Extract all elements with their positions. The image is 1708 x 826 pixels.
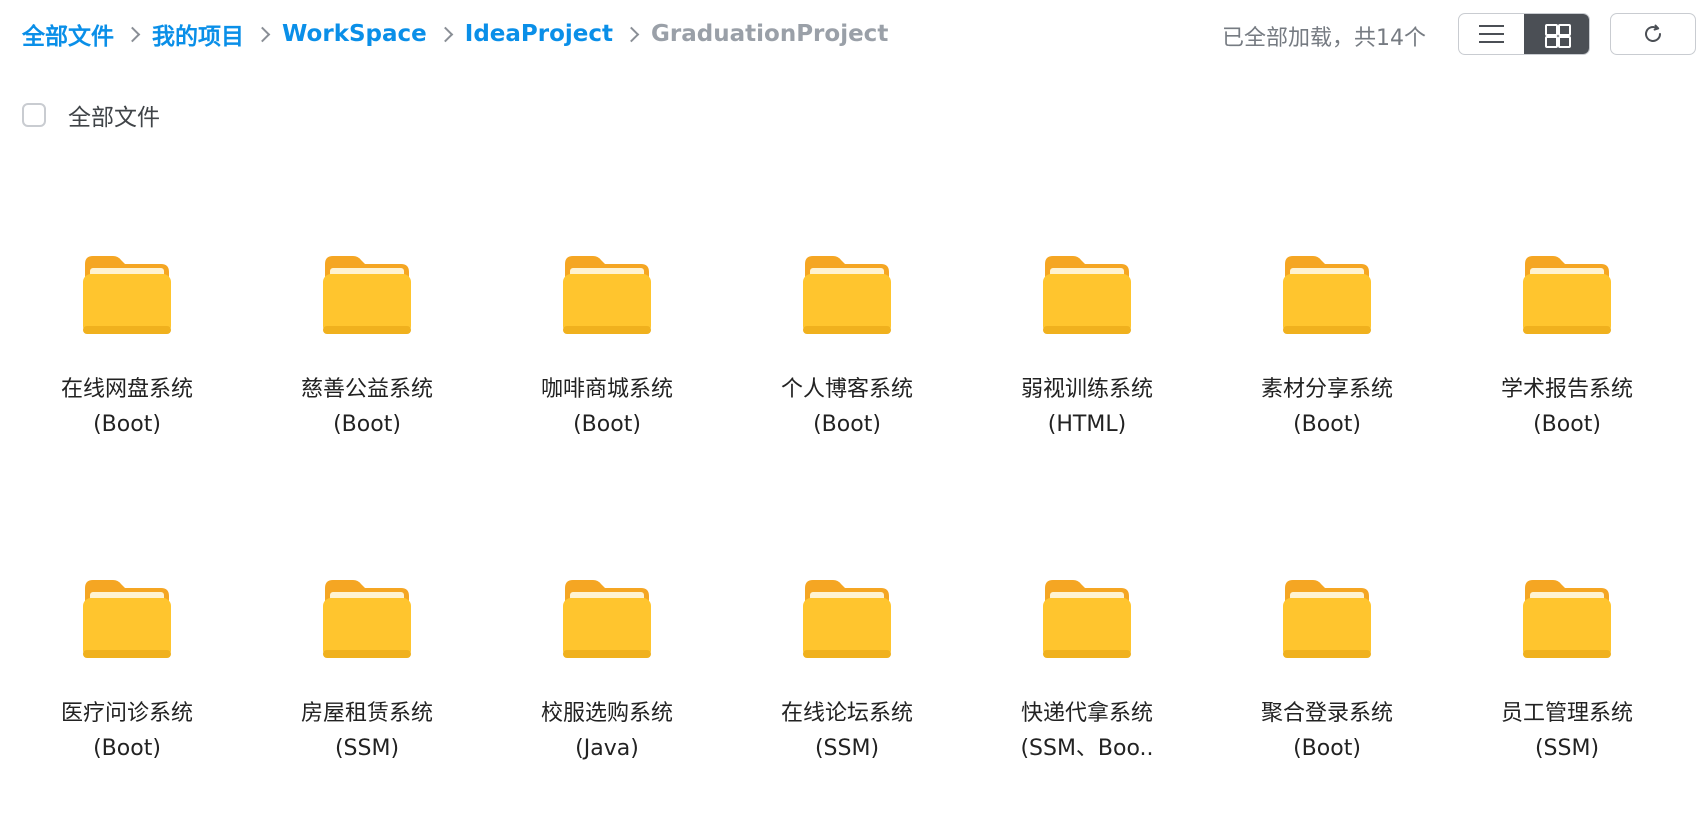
folder-icon bbox=[967, 578, 1207, 670]
folder-tag: (Boot) bbox=[813, 412, 881, 437]
folder-name: 弱视训练系统 (HTML) bbox=[967, 372, 1207, 442]
folder-icon bbox=[727, 578, 967, 670]
folder-icon bbox=[7, 578, 247, 670]
folder-name: 学术报告系统 (Boot) bbox=[1447, 372, 1687, 442]
folder-title: 个人博客系统 bbox=[780, 377, 913, 402]
folder-title: 房屋租赁系统 bbox=[300, 701, 433, 726]
folder-title: 咖啡商城系统 bbox=[540, 377, 673, 402]
folder-tag: (SSM、Boo.. bbox=[1020, 736, 1154, 761]
breadcrumb-item-all-files[interactable]: 全部文件 bbox=[22, 17, 114, 51]
folder-icon bbox=[1447, 254, 1687, 346]
folder-item[interactable]: 校服选购系统 (Java) bbox=[487, 578, 727, 766]
folder-name: 房屋租赁系统 (SSM) bbox=[247, 696, 487, 766]
folder-name: 聚合登录系统 (Boot) bbox=[1207, 696, 1447, 766]
breadcrumb: 全部文件 我的项目 WorkSpace IdeaProject Graduati… bbox=[22, 14, 888, 54]
chevron-right-icon bbox=[252, 14, 274, 54]
folder-item[interactable]: 聚合登录系统 (Boot) bbox=[1207, 578, 1447, 766]
folder-title: 弱视训练系统 bbox=[1020, 377, 1153, 402]
folder-name: 校服选购系统 (Java) bbox=[487, 696, 727, 766]
chevron-right-icon bbox=[122, 14, 144, 54]
folder-tag: (Boot) bbox=[573, 412, 641, 437]
list-view-icon bbox=[1479, 25, 1504, 43]
folder-item[interactable]: 弱视训练系统 (HTML) bbox=[967, 254, 1207, 442]
refresh-icon bbox=[1645, 24, 1661, 42]
folder-tag: (Boot) bbox=[93, 412, 161, 437]
folder-tag: (SSM) bbox=[814, 736, 880, 761]
folder-item[interactable]: 员工管理系统 (SSM) bbox=[1447, 578, 1687, 766]
folder-title: 学术报告系统 bbox=[1500, 377, 1633, 402]
folder-tag: (SSM) bbox=[334, 736, 400, 761]
folder-tag: (Boot) bbox=[1293, 736, 1361, 761]
breadcrumb-item-my-projects[interactable]: 我的项目 bbox=[152, 17, 244, 51]
folder-title: 慈善公益系统 bbox=[300, 377, 433, 402]
folder-item[interactable]: 素材分享系统 (Boot) bbox=[1207, 254, 1447, 442]
folder-icon bbox=[967, 254, 1207, 346]
folder-icon bbox=[247, 254, 487, 346]
folder-title: 医疗问诊系统 bbox=[60, 701, 193, 726]
folder-icon bbox=[1447, 578, 1687, 670]
folder-item[interactable]: 在线网盘系统 (Boot) bbox=[7, 254, 247, 442]
folder-icon bbox=[487, 578, 727, 670]
folder-name: 在线论坛系统 (SSM) bbox=[727, 696, 967, 766]
chevron-right-icon bbox=[435, 14, 457, 54]
folder-tag: (SSM) bbox=[1534, 736, 1600, 761]
folder-item[interactable]: 快递代拿系统 (SSM、Boo.. bbox=[967, 578, 1207, 766]
folder-item[interactable]: 咖啡商城系统 (Boot) bbox=[487, 254, 727, 442]
folder-item[interactable]: 在线论坛系统 (SSM) bbox=[727, 578, 967, 766]
folder-tag: (Boot) bbox=[1293, 412, 1361, 437]
view-toggle bbox=[1458, 13, 1590, 55]
grid-view-button[interactable] bbox=[1524, 14, 1589, 54]
folder-name: 素材分享系统 (Boot) bbox=[1207, 372, 1447, 442]
breadcrumb-item-ideaproject[interactable]: IdeaProject bbox=[465, 21, 613, 47]
folder-name: 个人博客系统 (Boot) bbox=[727, 372, 967, 442]
toolbar: 全部文件 我的项目 WorkSpace IdeaProject Graduati… bbox=[0, 0, 1708, 70]
folder-tag: (Java) bbox=[575, 736, 639, 761]
folder-name: 咖啡商城系统 (Boot) bbox=[487, 372, 727, 442]
folder-name: 慈善公益系统 (Boot) bbox=[247, 372, 487, 442]
folder-title: 素材分享系统 bbox=[1260, 377, 1393, 402]
folder-tag: (Boot) bbox=[93, 736, 161, 761]
folder-name: 在线网盘系统 (Boot) bbox=[7, 372, 247, 442]
folder-title: 聚合登录系统 bbox=[1260, 701, 1393, 726]
folder-icon bbox=[487, 254, 727, 346]
list-view-button[interactable] bbox=[1459, 14, 1524, 54]
folder-item[interactable]: 房屋租赁系统 (SSM) bbox=[247, 578, 487, 766]
folder-icon bbox=[1207, 254, 1447, 346]
folder-icon bbox=[247, 578, 487, 670]
folder-name: 医疗问诊系统 (Boot) bbox=[7, 696, 247, 766]
folder-item[interactable]: 个人博客系统 (Boot) bbox=[727, 254, 967, 442]
select-all-checkbox[interactable] bbox=[22, 103, 46, 127]
grid-view-icon bbox=[1545, 24, 1571, 48]
folder-tag: (HTML) bbox=[1047, 412, 1127, 437]
folder-icon bbox=[727, 254, 967, 346]
folder-title: 在线网盘系统 bbox=[60, 377, 193, 402]
folder-title: 在线论坛系统 bbox=[780, 701, 913, 726]
load-status: 已全部加载，共14个 bbox=[1222, 26, 1426, 51]
select-all[interactable]: 全部文件 bbox=[22, 98, 160, 132]
breadcrumb-current: GraduationProject bbox=[651, 21, 889, 47]
refresh-button[interactable] bbox=[1610, 13, 1696, 55]
file-grid: 在线网盘系统 (Boot) 慈善公益系统 (Boot) 咖啡商城系统 (Boot) 个人博客… bbox=[0, 0, 1708, 826]
folder-name: 员工管理系统 (SSM) bbox=[1447, 696, 1687, 766]
folder-item[interactable]: 学术报告系统 (Boot) bbox=[1447, 254, 1687, 442]
breadcrumb-item-workspace[interactable]: WorkSpace bbox=[282, 21, 427, 47]
folder-tag: (Boot) bbox=[333, 412, 401, 437]
folder-icon bbox=[7, 254, 247, 346]
folder-name: 快递代拿系统 (SSM、Boo.. bbox=[967, 696, 1207, 766]
folder-title: 校服选购系统 bbox=[540, 701, 673, 726]
folder-title: 员工管理系统 bbox=[1500, 701, 1633, 726]
folder-item[interactable]: 慈善公益系统 (Boot) bbox=[247, 254, 487, 442]
folder-tag: (Boot) bbox=[1533, 412, 1601, 437]
folder-icon bbox=[1207, 578, 1447, 670]
select-all-label: 全部文件 bbox=[68, 105, 160, 131]
chevron-right-icon bbox=[621, 14, 643, 54]
folder-title: 快递代拿系统 bbox=[1020, 701, 1153, 726]
folder-item[interactable]: 医疗问诊系统 (Boot) bbox=[7, 578, 247, 766]
